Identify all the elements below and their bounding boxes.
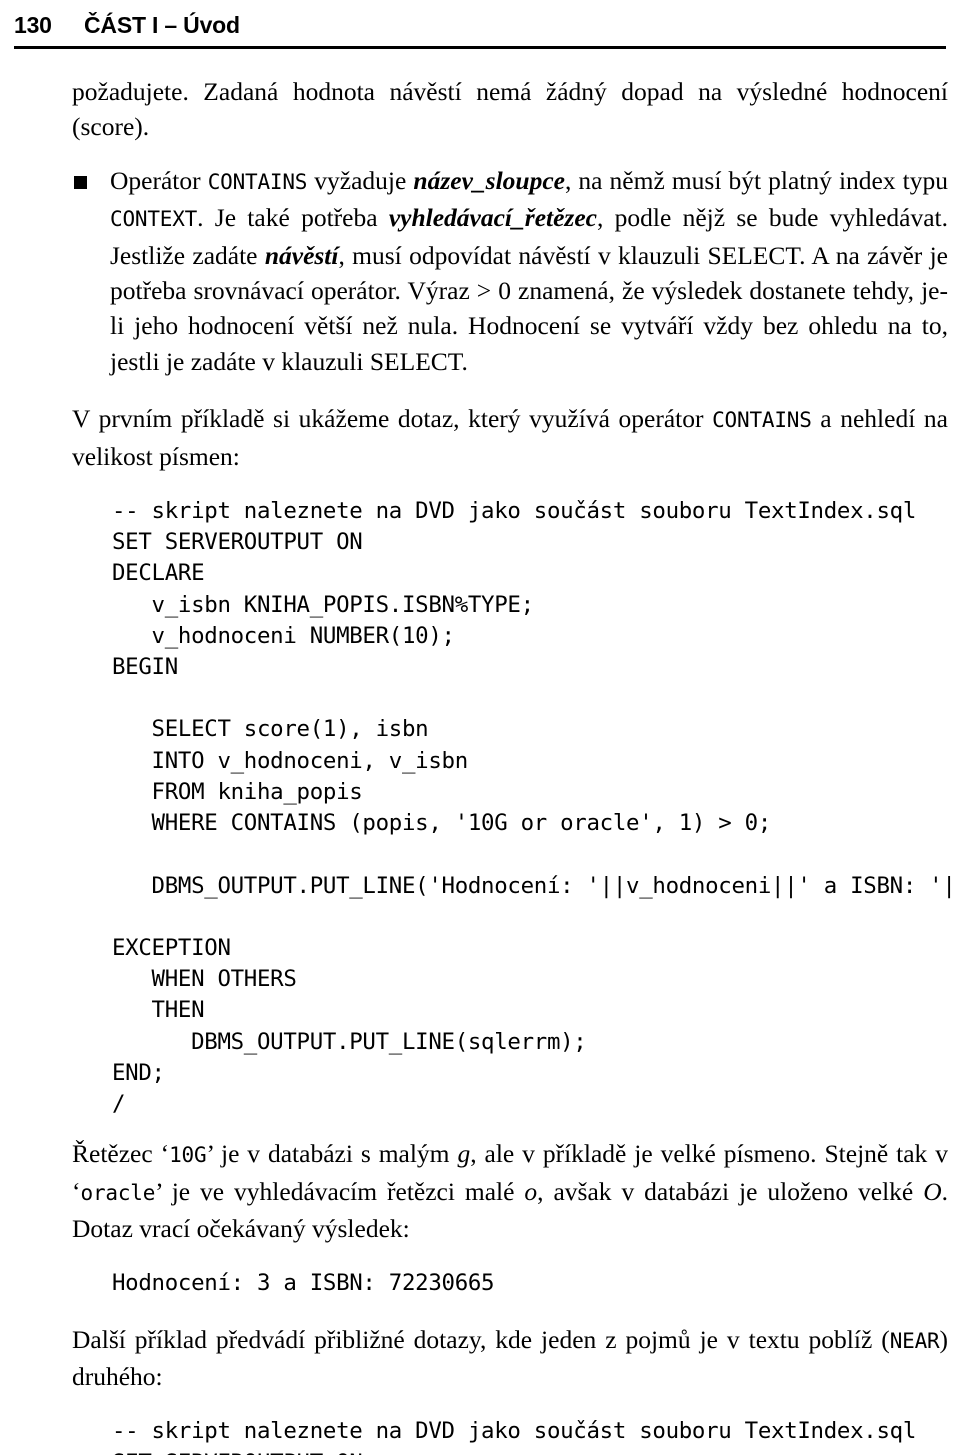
bullet-text-seg4: . Je také potřeba bbox=[197, 203, 389, 233]
inline-code-context: CONTEXT bbox=[110, 207, 198, 232]
bullet-text-seg3: , na němž musí být platný index typu bbox=[564, 165, 948, 195]
page-header-inner: 130 ČÁST I – Úvod bbox=[0, 0, 960, 39]
document-page: 130 ČÁST I – Úvod požadujete. Zadaná hod… bbox=[0, 0, 960, 1455]
inline-code-contains-2: CONTAINS bbox=[712, 408, 812, 433]
page-number: 130 bbox=[14, 12, 52, 38]
code-block-first-example: -- skript naleznete na DVD jako součást … bbox=[112, 498, 960, 1117]
italic-letter-g: g bbox=[457, 1139, 471, 1169]
page-content: požadujete. Zadaná hodnota návěstí nemá … bbox=[72, 74, 960, 1455]
running-title: ČÁST I – Úvod bbox=[84, 12, 240, 38]
paragraph-retezec: Řetězec ‘10G’ je v databázi s malým g , a… bbox=[72, 1136, 948, 1246]
bullet-list-item: Operátor CONTAINS vyžaduje název_sloupce… bbox=[72, 163, 948, 379]
retezec-seg5: , avšak v databázi je uloženo velké bbox=[537, 1176, 924, 1206]
paragraph-first-example: V prvním příkladě si ukážeme dotaz, kter… bbox=[72, 401, 948, 474]
paragraph-intro: požadujete. Zadaná hodnota návěstí nemá … bbox=[72, 77, 948, 142]
near-seg1: Další příklad předvádí přibližné dotazy,… bbox=[72, 1324, 890, 1354]
inline-code-near: NEAR bbox=[889, 1328, 940, 1353]
square-bullet-icon bbox=[74, 175, 87, 189]
emphasis-nazev-sloupce: název_sloupce bbox=[413, 165, 565, 195]
first-example-seg1: V prvním příkladě si ukážeme dotaz, kter… bbox=[72, 404, 713, 434]
retezec-seg2: ’ je v databázi s malým bbox=[206, 1139, 458, 1169]
inline-code-contains: CONTAINS bbox=[207, 169, 308, 194]
paragraph-near-example: Další příklad předvádí přibližné dotazy,… bbox=[72, 1322, 948, 1395]
inline-code-oracle: oracle bbox=[80, 1180, 156, 1205]
italic-letter-o-upper: O bbox=[923, 1176, 942, 1206]
retezec-seg4: ’ je ve vyhledávacím řetězci malé bbox=[155, 1176, 525, 1206]
emphasis-navesti: návěstí bbox=[264, 240, 339, 270]
emphasis-vyhledavaci-retezec: vyhledávací_řetězec bbox=[388, 203, 597, 233]
code-block-near-example: -- skript naleznete na DVD jako součást … bbox=[112, 1418, 916, 1455]
code-output-first-example: Hodnocení: 3 a ISBN: 72230665 bbox=[112, 1270, 495, 1297]
inline-code-10g-upper: 10G bbox=[169, 1143, 207, 1168]
bullet-text-seg2: vyžaduje bbox=[307, 165, 414, 195]
header-divider bbox=[14, 46, 946, 49]
bullet-text-seg1: Operátor bbox=[110, 165, 208, 195]
page-header: 130 ČÁST I – Úvod bbox=[0, 0, 960, 52]
italic-letter-o-lower: o bbox=[524, 1176, 538, 1206]
retezec-seg1: Řetězec ‘ bbox=[72, 1139, 170, 1169]
